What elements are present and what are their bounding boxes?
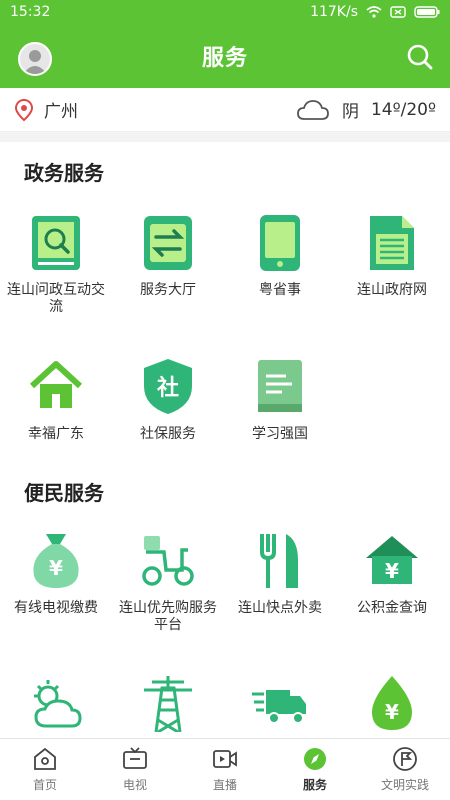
service-item-lianshan-wenzheng[interactable]: 连山问政互动交流 xyxy=(0,212,112,316)
service-item-priority-shopping[interactable]: 连山优先购服务平台 xyxy=(112,530,224,634)
wifi-icon xyxy=(366,6,382,18)
fork-knife-icon xyxy=(260,534,298,588)
compass-icon xyxy=(304,748,326,770)
flag-icon xyxy=(393,747,417,771)
tv-icon xyxy=(123,747,147,769)
tab-label: 电视 xyxy=(122,778,147,792)
weather-text: 阴 xyxy=(341,102,359,122)
service-label: 连山问政互动交流 xyxy=(7,282,105,315)
service-item-service-hall[interactable]: 服务大厅 xyxy=(112,212,224,299)
svg-text:¥: ¥ xyxy=(385,700,399,724)
book-icon xyxy=(258,360,302,412)
sim-icon xyxy=(390,6,406,18)
service-item-xingfu-guangdong[interactable]: 幸福广东 xyxy=(0,356,112,443)
search-document-icon xyxy=(32,216,80,270)
service-item-weather[interactable] xyxy=(0,672,112,742)
section-title-convenience: 便民服务 xyxy=(24,481,104,505)
house-yuan-icon: ¥ xyxy=(366,536,418,584)
svg-text:¥: ¥ xyxy=(49,556,63,580)
service-label: 学习强国 xyxy=(252,426,308,442)
home-icon xyxy=(29,361,83,408)
app-header: 服务 xyxy=(0,24,450,88)
service-item-green-finance[interactable]: ¥ xyxy=(336,672,448,742)
status-bar: 15:32 117K/s xyxy=(0,0,450,24)
tab-label: 文明实践 xyxy=(380,778,429,792)
service-item-lianshan-gov-site[interactable]: 连山政府网 xyxy=(336,212,448,299)
service-item-housing-fund[interactable]: ¥ 公积金查询 xyxy=(336,530,448,617)
search-icon[interactable] xyxy=(406,43,434,71)
money-bag-icon: ¥ xyxy=(33,534,79,588)
tab-civilization-practice[interactable]: 文明实践 xyxy=(360,739,450,800)
status-time: 15:32 xyxy=(10,4,51,20)
service-item-cable-tv-payment[interactable]: ¥ 有线电视缴费 xyxy=(0,530,112,617)
tablet-icon xyxy=(260,215,300,271)
tab-label: 首页 xyxy=(32,778,57,792)
service-item-food-delivery[interactable]: 连山快点外卖 xyxy=(224,530,336,617)
tab-service[interactable]: 服务 xyxy=(270,739,360,800)
weather-info: 阴 14º/20º xyxy=(296,97,436,122)
power-tower-icon xyxy=(144,676,192,734)
city-name[interactable]: 广州 xyxy=(44,97,78,122)
tab-home[interactable]: 首页 xyxy=(0,739,90,800)
tab-label: 直播 xyxy=(212,778,237,792)
service-label: 服务大厅 xyxy=(140,282,196,298)
home-tab-icon xyxy=(34,747,56,770)
service-label: 公积金查询 xyxy=(357,600,427,616)
svg-text:¥: ¥ xyxy=(385,559,399,583)
avatar[interactable] xyxy=(18,42,52,76)
network-speed: 117K/s xyxy=(310,4,358,20)
scooter-icon xyxy=(142,536,194,586)
battery-icon xyxy=(414,6,440,18)
service-label: 连山政府网 xyxy=(357,282,427,298)
service-label: 粤省事 xyxy=(259,282,301,298)
document-icon xyxy=(370,216,414,270)
location-pin-icon xyxy=(14,98,34,121)
service-item-yueshengshi[interactable]: 粤省事 xyxy=(224,212,336,299)
leaf-yuan-icon: ¥ xyxy=(372,676,412,730)
service-label: 连山优先购服务平台 xyxy=(119,600,217,633)
section-title-gov: 政务服务 xyxy=(24,161,104,185)
shield-icon: 社 xyxy=(144,359,192,414)
tab-label: 服务 xyxy=(302,778,327,792)
temperature: 14º/20º xyxy=(370,99,436,120)
location-bar: 广州 阴 14º/20º xyxy=(0,88,450,132)
service-label: 社保服务 xyxy=(140,426,196,442)
service-label: 有线电视缴费 xyxy=(14,600,98,616)
svg-text:社: 社 xyxy=(157,375,179,401)
truck-icon xyxy=(252,690,306,724)
service-item-power[interactable] xyxy=(112,672,224,742)
tab-live[interactable]: 直播 xyxy=(180,739,270,800)
weather-icon xyxy=(34,680,82,728)
service-label: 连山快点外卖 xyxy=(238,600,322,616)
bottom-tab-bar: 首页 电视 直播 服务 文明实践 xyxy=(0,738,450,800)
exchange-icon xyxy=(144,216,192,270)
video-icon xyxy=(213,750,237,768)
service-item-social-security[interactable]: 社 社保服务 xyxy=(112,356,224,443)
service-item-logistics[interactable] xyxy=(224,672,336,742)
cloud-icon xyxy=(297,99,329,120)
page-title: 服务 xyxy=(201,46,248,71)
tab-tv[interactable]: 电视 xyxy=(90,739,180,800)
section-divider xyxy=(0,132,450,142)
service-item-xuexi-qiangguo[interactable]: 学习强国 xyxy=(224,356,336,443)
service-label: 幸福广东 xyxy=(28,426,84,442)
